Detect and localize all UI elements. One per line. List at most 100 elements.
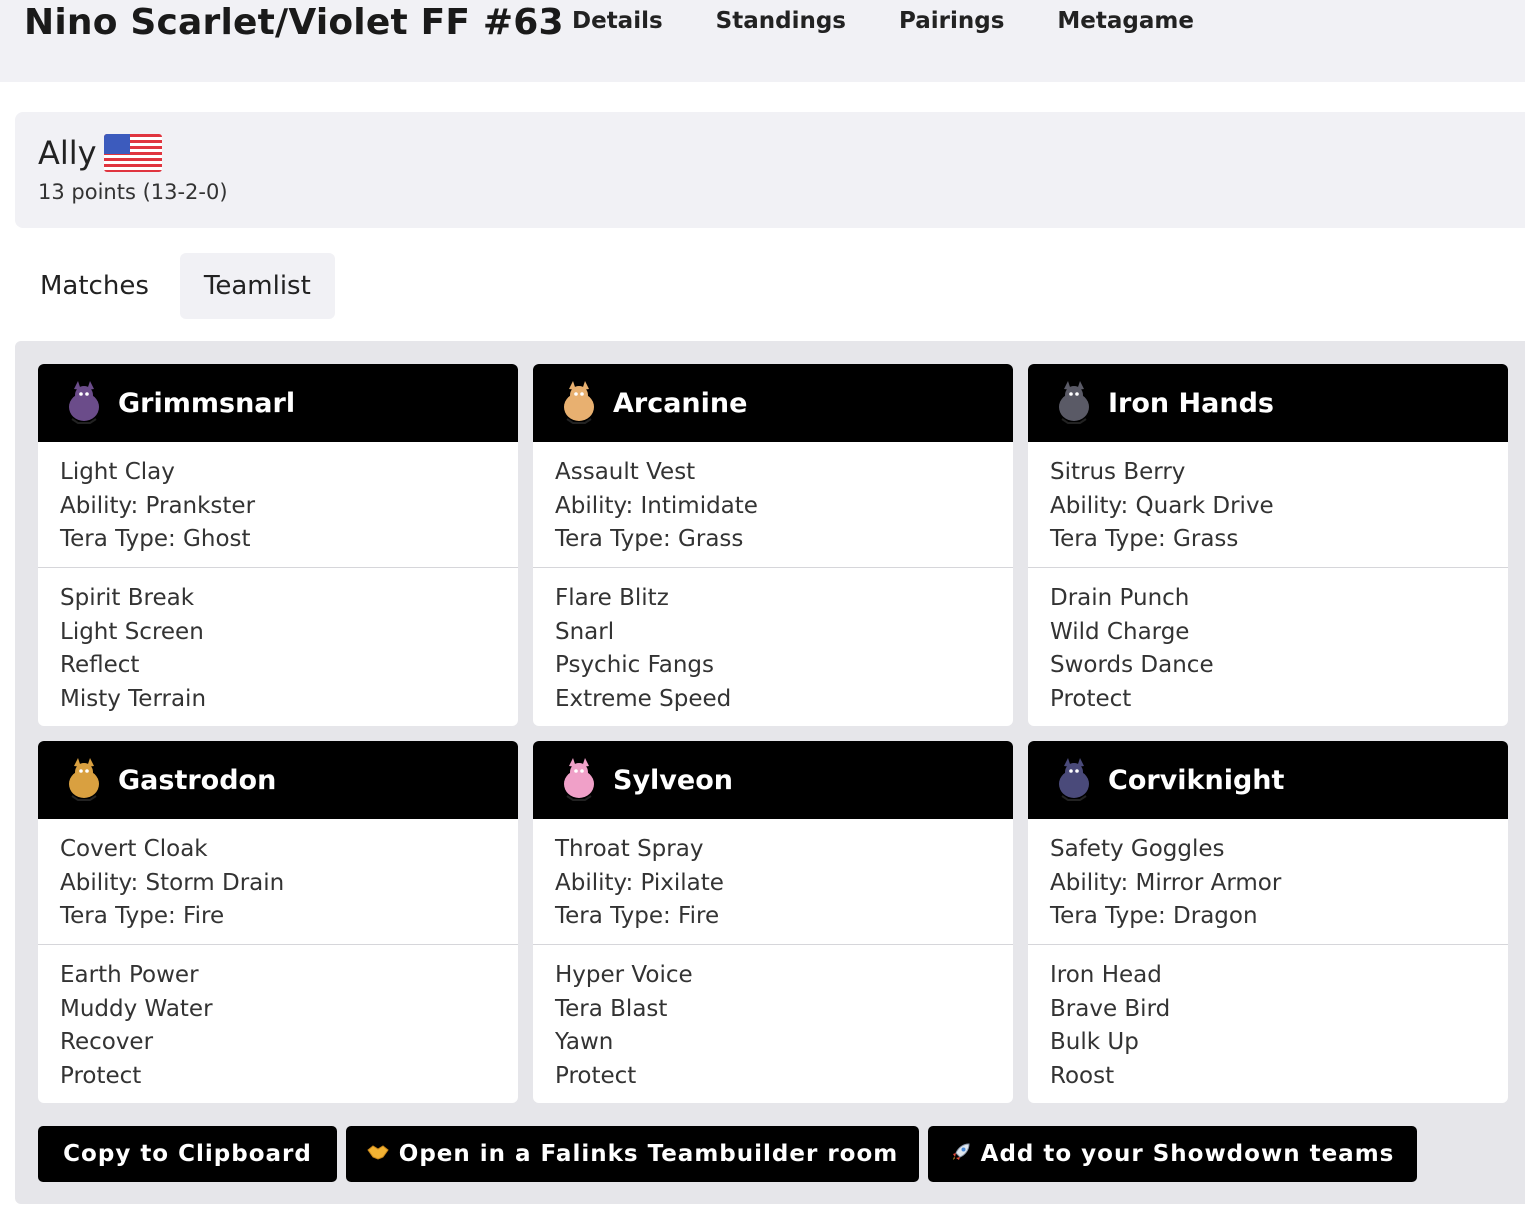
handshake-icon: [367, 1142, 389, 1166]
pokemon-name: Corviknight: [1108, 764, 1285, 796]
event-title: Nino Scarlet/Violet FF #63: [24, 2, 564, 43]
pokemon-card-header: Sylveon: [533, 741, 1013, 819]
move: Spirit Break: [60, 585, 195, 611]
ability: Ability: Quark Drive: [1050, 492, 1274, 519]
pokemon-card-header: Grimmsnarl: [38, 364, 518, 442]
held-item: Light Clay: [60, 459, 175, 485]
nav-pairings[interactable]: Pairings: [899, 8, 1004, 34]
main-nav: Details Standings Pairings Metagame: [572, 8, 1194, 34]
held-item: Covert Cloak: [60, 836, 208, 862]
add-to-showdown-button[interactable]: Add to your Showdown teams: [928, 1126, 1417, 1182]
pokemon-name: Iron Hands: [1108, 387, 1274, 419]
move: Protect: [60, 1063, 142, 1090]
move: Swords Dance: [1050, 652, 1214, 679]
pokemon-name: Arcanine: [613, 387, 748, 419]
pokemon-moves: Drain Punch Wild Charge Swords Dance Protec…: [1028, 568, 1508, 717]
add-to-showdown-label: Add to your Showdown teams: [980, 1141, 1395, 1167]
move: Brave Bird: [1050, 995, 1171, 1022]
move: Recover: [60, 1029, 154, 1056]
pokemon-card: Corviknight Safety Goggles Ability: Mirror…: [1028, 741, 1508, 1103]
copy-button-label: Copy to Clipboard: [63, 1141, 312, 1167]
player-tabs: Matches Teamlist: [20, 253, 335, 319]
pokemon-info: Safety Goggles Ability: Mirror Armor Tera …: [1028, 819, 1508, 945]
pokemon-sprite-icon: [564, 381, 594, 424]
pokemon-card-header: Iron Hands: [1028, 364, 1508, 442]
tab-matches[interactable]: Matches: [20, 253, 169, 319]
pokemon-card: Sylveon Throat Spray Ability: Pixilate Tera…: [533, 741, 1013, 1103]
pokemon-name: Grimmsnarl: [118, 387, 296, 419]
move: Misty Terrain: [60, 686, 207, 713]
player-points: 13 points (13-2-0): [38, 180, 228, 204]
pokemon-moves: Iron Head Brave Bird Bulk Up Roost: [1028, 945, 1508, 1094]
pokemon-sprite-icon: [69, 758, 99, 801]
pokemon-card: Arcanine Assault Vest Ability: Intimidate T…: [533, 364, 1013, 726]
tera-type: Tera Type: Fire: [555, 903, 720, 930]
pokemon-card-header: Gastrodon: [38, 741, 518, 819]
ability: Ability: Pixilate: [555, 869, 724, 896]
tera-type: Tera Type: Ghost: [60, 526, 251, 553]
pokemon-card-header: Arcanine: [533, 364, 1013, 442]
pokemon-name: Sylveon: [613, 764, 733, 796]
move: Roost: [1050, 1063, 1115, 1090]
pokemon-moves: Spirit Break Light Screen Reflect Misty Ter…: [38, 568, 518, 717]
move: Snarl: [555, 618, 615, 645]
pokemon-sprite-icon: [564, 758, 594, 801]
teamlist-actions: Copy to Clipboard Open in a Falinks Team…: [38, 1126, 1417, 1182]
move: Psychic Fangs: [555, 652, 715, 679]
pokemon-moves: Earth Power Muddy Water Recover Protect: [38, 945, 518, 1094]
held-item: Throat Spray: [555, 836, 704, 862]
pokemon-name: Gastrodon: [118, 764, 277, 796]
ability: Ability: Prankster: [60, 492, 256, 519]
move: Drain Punch: [1050, 585, 1190, 611]
move: Protect: [1050, 686, 1132, 713]
open-teambuilder-label: Open in a Falinks Teambuilder room: [398, 1141, 899, 1167]
pokemon-info: Covert Cloak Ability: Storm Drain Tera Typ…: [38, 819, 518, 945]
nav-metagame[interactable]: Metagame: [1057, 8, 1194, 34]
pokemon-sprite-icon: [69, 381, 99, 424]
pokemon-card-header: Corviknight: [1028, 741, 1508, 819]
held-item: Assault Vest: [555, 459, 696, 485]
top-bar: Nino Scarlet/Violet FF #63 Details Stand…: [0, 0, 1525, 82]
move: Muddy Water: [60, 995, 213, 1022]
move: Yawn: [555, 1029, 614, 1056]
pokemon-info: Sitrus Berry Ability: Quark Drive Tera Typ…: [1028, 442, 1508, 568]
tera-type: Tera Type: Fire: [60, 903, 225, 930]
held-item: Sitrus Berry: [1050, 459, 1186, 485]
ability: Ability: Intimidate: [555, 492, 758, 519]
move: Tera Blast: [555, 995, 668, 1022]
pokemon-card: Iron Hands Sitrus Berry Ability: Quark Dri…: [1028, 364, 1508, 726]
move: Iron Head: [1050, 962, 1162, 988]
open-teambuilder-button[interactable]: Open in a Falinks Teambuilder room: [346, 1126, 919, 1182]
move: Protect: [555, 1063, 637, 1090]
tera-type: Tera Type: Grass: [1050, 526, 1239, 553]
pokemon-card: Gastrodon Covert Cloak Ability: Storm Drai…: [38, 741, 518, 1103]
rocket-icon: [951, 1142, 971, 1167]
move: Bulk Up: [1050, 1029, 1139, 1056]
pokemon-info: Throat Spray Ability: Pixilate Tera Type: …: [533, 819, 1013, 945]
nav-standings[interactable]: Standings: [716, 8, 846, 34]
pokemon-card: Grimmsnarl Light Clay Ability: Prankster Te…: [38, 364, 518, 726]
tab-teamlist[interactable]: Teamlist: [179, 253, 335, 319]
pokemon-info: Assault Vest Ability: Intimidate Tera Type…: [533, 442, 1013, 568]
copy-to-clipboard-button[interactable]: Copy to Clipboard: [38, 1126, 337, 1182]
tera-type: Tera Type: Dragon: [1050, 903, 1258, 930]
nav-details[interactable]: Details: [572, 8, 663, 34]
pokemon-moves: Flare Blitz Snarl Psychic Fangs Extreme Spe…: [533, 568, 1013, 717]
pokemon-moves: Hyper Voice Tera Blast Yawn Protect: [533, 945, 1013, 1094]
ability: Ability: Storm Drain: [60, 869, 285, 896]
pokemon-info: Light Clay Ability: Prankster Tera Type: G…: [38, 442, 518, 568]
pokemon-sprite-icon: [1059, 381, 1089, 424]
player-name: Ally: [38, 134, 97, 172]
move: Extreme Speed: [555, 686, 732, 713]
move: Flare Blitz: [555, 585, 669, 611]
ability: Ability: Mirror Armor: [1050, 869, 1282, 896]
move: Hyper Voice: [555, 962, 693, 988]
held-item: Safety Goggles: [1050, 836, 1225, 862]
move: Reflect: [60, 652, 140, 679]
move: Earth Power: [60, 962, 199, 988]
tera-type: Tera Type: Grass: [555, 526, 744, 553]
move: Light Screen: [60, 618, 204, 645]
us-flag-icon: [104, 134, 162, 172]
pokemon-sprite-icon: [1059, 758, 1089, 801]
move: Wild Charge: [1050, 618, 1190, 645]
